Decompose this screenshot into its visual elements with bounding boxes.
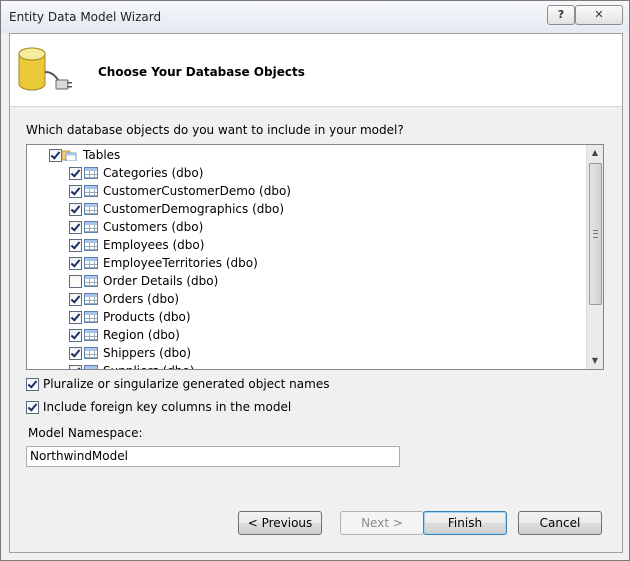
table-icon (84, 329, 98, 341)
database-objects-tree[interactable]: Tables Categories (dbo) CustomerCustomer… (26, 144, 604, 370)
table-icon (84, 203, 98, 215)
title-bar: Entity Data Model Wizard ? ✕ (1, 1, 629, 33)
item-checkbox[interactable] (69, 203, 82, 216)
question-label: Which database objects do you want to in… (26, 123, 404, 137)
item-label: EmployeeTerritories (dbo) (103, 256, 258, 270)
table-icon (84, 293, 98, 305)
item-label: Employees (dbo) (103, 238, 205, 252)
wizard-header: Choose Your Database Objects (10, 34, 622, 107)
page-title: Choose Your Database Objects (98, 65, 305, 79)
item-label: Orders (dbo) (103, 292, 180, 306)
next-button[interactable]: Next > (340, 511, 424, 535)
wizard-window: Entity Data Model Wizard ? ✕ Choose Your… (0, 0, 630, 561)
help-button[interactable]: ? (547, 5, 575, 25)
namespace-label: Model Namespace: (28, 426, 143, 440)
cancel-button[interactable]: Cancel (518, 511, 602, 535)
scroll-thumb[interactable] (589, 163, 602, 305)
window-title: Entity Data Model Wizard (9, 10, 162, 24)
item-checkbox[interactable] (69, 221, 82, 234)
item-label: Region (dbo) (103, 328, 180, 342)
item-checkbox[interactable] (69, 239, 82, 252)
pluralize-label: Pluralize or singularize generated objec… (43, 377, 330, 391)
close-button[interactable]: ✕ (575, 5, 623, 25)
item-checkbox[interactable] (69, 311, 82, 324)
item-label: CustomerCustomerDemo (dbo) (103, 184, 291, 198)
table-icon (84, 347, 98, 359)
item-checkbox[interactable] (69, 347, 82, 360)
namespace-input[interactable]: NorthwindModel (26, 446, 400, 467)
item-checkbox[interactable] (69, 365, 82, 369)
item-label: Suppliers (dbo) (103, 362, 194, 369)
item-label: CustomerDemographics (dbo) (103, 202, 285, 216)
foreign-keys-checkbox[interactable] (26, 401, 39, 414)
tree-root-label: Tables (83, 148, 121, 162)
item-checkbox[interactable] (69, 329, 82, 342)
table-icon (84, 257, 98, 269)
pluralize-checkbox[interactable] (26, 378, 39, 391)
table-icon (84, 221, 98, 233)
table-icon (84, 365, 98, 369)
table-icon (84, 275, 98, 287)
table-icon (84, 311, 98, 323)
item-checkbox[interactable] (69, 275, 82, 288)
finish-button[interactable]: Finish (423, 511, 507, 535)
grip-icon (593, 230, 598, 238)
database-plug-icon (18, 47, 72, 91)
item-checkbox[interactable] (69, 257, 82, 270)
item-checkbox[interactable] (69, 185, 82, 198)
item-label: Order Details (dbo) (103, 274, 219, 288)
tree-scrollbar[interactable]: ▲ ▼ (586, 145, 603, 369)
scroll-up-icon[interactable]: ▲ (587, 145, 603, 161)
table-icon (84, 167, 98, 179)
previous-button[interactable]: < Previous (238, 511, 322, 535)
wizard-content: Choose Your Database Objects Which datab… (9, 33, 623, 553)
scroll-down-icon[interactable]: ▼ (587, 353, 603, 369)
item-label: Categories (dbo) (103, 166, 204, 180)
foreign-keys-label: Include foreign key columns in the model (43, 400, 292, 414)
item-label: Products (dbo) (103, 310, 191, 324)
item-label: Shippers (dbo) (103, 346, 192, 360)
table-icon (84, 185, 98, 197)
tables-folder-icon (61, 150, 77, 161)
item-checkbox[interactable] (69, 293, 82, 306)
item-label: Customers (dbo) (103, 220, 204, 234)
table-icon (84, 239, 98, 251)
item-checkbox[interactable] (69, 167, 82, 180)
